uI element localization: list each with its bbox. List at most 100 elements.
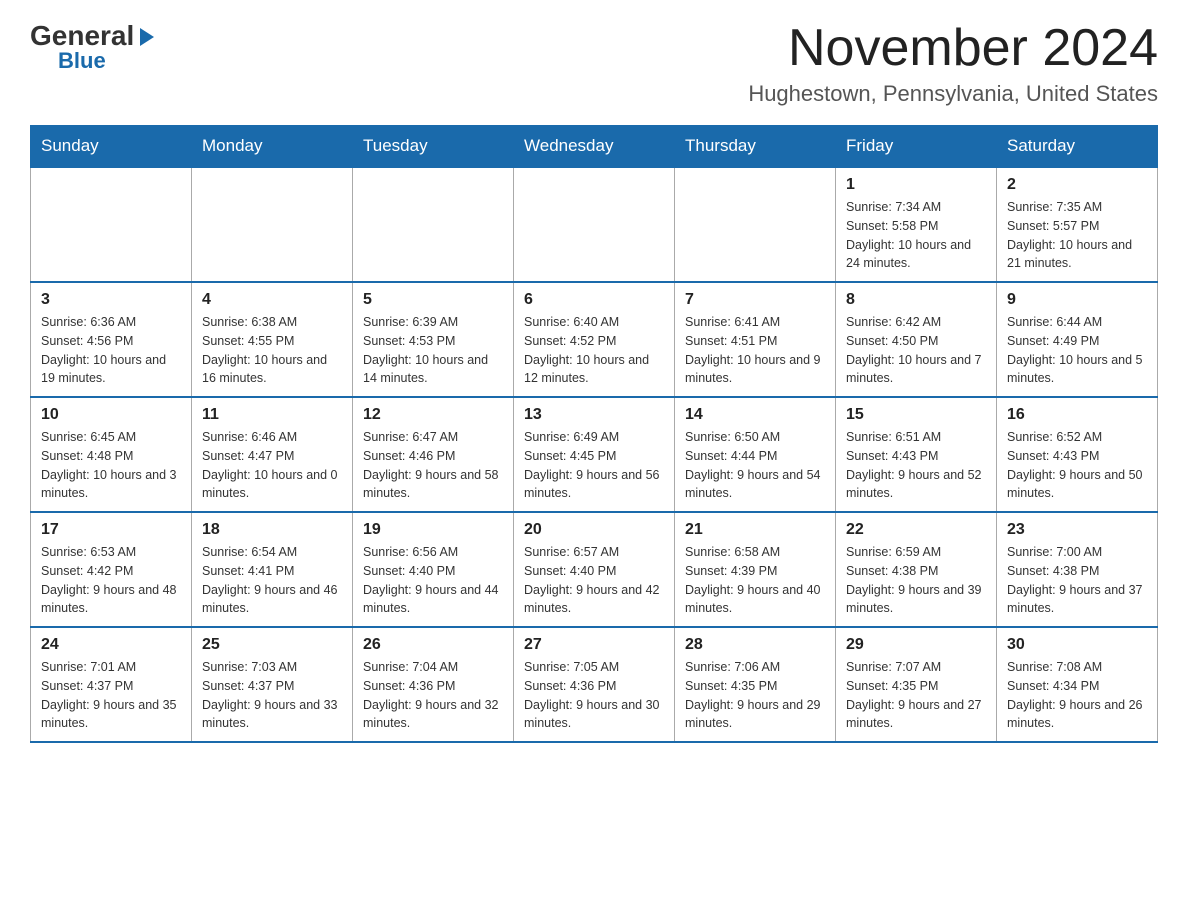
- calendar-week-5: 24Sunrise: 7:01 AMSunset: 4:37 PMDayligh…: [31, 627, 1158, 742]
- day-number: 14: [685, 406, 825, 424]
- day-info: Sunrise: 6:52 AMSunset: 4:43 PMDaylight:…: [1007, 428, 1147, 503]
- day-info: Sunrise: 7:35 AMSunset: 5:57 PMDaylight:…: [1007, 198, 1147, 273]
- calendar-cell: 28Sunrise: 7:06 AMSunset: 4:35 PMDayligh…: [675, 627, 836, 742]
- calendar-cell: [675, 167, 836, 282]
- calendar-cell: 26 Sunrise: 7:04 AMSunset: 4:36 PMDayligh…: [353, 627, 514, 742]
- calendar-cell: 3 Sunrise: 6:36 AMSunset: 4:56 PMDaylight…: [31, 282, 192, 397]
- weekday-header-saturday: Saturday: [997, 126, 1158, 168]
- page-header: General Blue November 2024 Hughestown, P…: [30, 20, 1158, 107]
- day-info: Sunrise: 6:58 AMSunset: 4:39 PMDaylight:…: [685, 543, 825, 618]
- day-number: 5: [363, 291, 503, 309]
- calendar-week-4: 17 Sunrise: 6:53 AMSunset: 4:42 PMDayligh…: [31, 512, 1158, 627]
- calendar-cell: 5 Sunrise: 6:39 AMSunset: 4:53 PMDaylight…: [353, 282, 514, 397]
- calendar-cell: 8 Sunrise: 6:42 AMSunset: 4:50 PMDaylight…: [836, 282, 997, 397]
- day-info: Sunrise: 6:46 AMSunset: 4:47 PMDaylight:…: [202, 428, 342, 503]
- day-info: Sunrise: 6:57 AMSunset: 4:40 PMDaylight:…: [524, 543, 664, 618]
- calendar-cell: [192, 167, 353, 282]
- day-info: Sunrise: 6:39 AMSunset: 4:53 PMDaylight:…: [363, 313, 503, 388]
- day-number: 23: [1007, 521, 1147, 539]
- day-number: 17: [41, 521, 181, 539]
- day-info: Sunrise: 6:38 AMSunset: 4:55 PMDaylight:…: [202, 313, 342, 388]
- title-block: November 2024 Hughestown, Pennsylvania, …: [748, 20, 1158, 107]
- calendar-cell: 14Sunrise: 6:50 AMSunset: 4:44 PMDayligh…: [675, 397, 836, 512]
- weekday-header-tuesday: Tuesday: [353, 126, 514, 168]
- calendar-table: SundayMondayTuesdayWednesdayThursdayFrid…: [30, 125, 1158, 743]
- calendar-cell: 2Sunrise: 7:35 AMSunset: 5:57 PMDaylight…: [997, 167, 1158, 282]
- day-info: Sunrise: 7:00 AMSunset: 4:38 PMDaylight:…: [1007, 543, 1147, 618]
- calendar-cell: 23 Sunrise: 7:00 AMSunset: 4:38 PMDayligh…: [997, 512, 1158, 627]
- calendar-cell: 24Sunrise: 7:01 AMSunset: 4:37 PMDayligh…: [31, 627, 192, 742]
- calendar-cell: 15 Sunrise: 6:51 AMSunset: 4:43 PMDayligh…: [836, 397, 997, 512]
- day-number: 26: [363, 636, 503, 654]
- weekday-header-wednesday: Wednesday: [514, 126, 675, 168]
- calendar-cell: 16 Sunrise: 6:52 AMSunset: 4:43 PMDayligh…: [997, 397, 1158, 512]
- day-number: 9: [1007, 291, 1147, 309]
- calendar-cell: 4Sunrise: 6:38 AMSunset: 4:55 PMDaylight…: [192, 282, 353, 397]
- month-title: November 2024: [748, 20, 1158, 77]
- day-number: 29: [846, 636, 986, 654]
- day-info: Sunrise: 6:41 AMSunset: 4:51 PMDaylight:…: [685, 313, 825, 388]
- day-number: 30: [1007, 636, 1147, 654]
- day-info: Sunrise: 7:08 AMSunset: 4:34 PMDaylight:…: [1007, 658, 1147, 733]
- day-number: 20: [524, 521, 664, 539]
- calendar-cell: 22 Sunrise: 6:59 AMSunset: 4:38 PMDayligh…: [836, 512, 997, 627]
- day-info: Sunrise: 7:34 AMSunset: 5:58 PMDaylight:…: [846, 198, 986, 273]
- calendar-week-2: 3 Sunrise: 6:36 AMSunset: 4:56 PMDaylight…: [31, 282, 1158, 397]
- day-info: Sunrise: 6:54 AMSunset: 4:41 PMDaylight:…: [202, 543, 342, 618]
- day-number: 10: [41, 406, 181, 424]
- calendar-cell: 27Sunrise: 7:05 AMSunset: 4:36 PMDayligh…: [514, 627, 675, 742]
- day-info: Sunrise: 6:47 AMSunset: 4:46 PMDaylight:…: [363, 428, 503, 503]
- day-number: 21: [685, 521, 825, 539]
- calendar-cell: 30 Sunrise: 7:08 AMSunset: 4:34 PMDayligh…: [997, 627, 1158, 742]
- day-number: 13: [524, 406, 664, 424]
- day-info: Sunrise: 7:04 AMSunset: 4:36 PMDaylight:…: [363, 658, 503, 733]
- day-info: Sunrise: 7:03 AMSunset: 4:37 PMDaylight:…: [202, 658, 342, 733]
- day-number: 16: [1007, 406, 1147, 424]
- day-number: 22: [846, 521, 986, 539]
- day-info: Sunrise: 6:40 AMSunset: 4:52 PMDaylight:…: [524, 313, 664, 388]
- day-info: Sunrise: 6:51 AMSunset: 4:43 PMDaylight:…: [846, 428, 986, 503]
- calendar-cell: [353, 167, 514, 282]
- day-info: Sunrise: 7:07 AMSunset: 4:35 PMDaylight:…: [846, 658, 986, 733]
- calendar-cell: 25Sunrise: 7:03 AMSunset: 4:37 PMDayligh…: [192, 627, 353, 742]
- calendar-cell: 21 Sunrise: 6:58 AMSunset: 4:39 PMDayligh…: [675, 512, 836, 627]
- calendar-cell: 20 Sunrise: 6:57 AMSunset: 4:40 PMDayligh…: [514, 512, 675, 627]
- calendar-cell: [514, 167, 675, 282]
- calendar-cell: 29 Sunrise: 7:07 AMSunset: 4:35 PMDayligh…: [836, 627, 997, 742]
- weekday-header-friday: Friday: [836, 126, 997, 168]
- day-number: 3: [41, 291, 181, 309]
- day-info: Sunrise: 6:53 AMSunset: 4:42 PMDaylight:…: [41, 543, 181, 618]
- day-number: 11: [202, 406, 342, 424]
- location-text: Hughestown, Pennsylvania, United States: [748, 81, 1158, 107]
- day-info: Sunrise: 6:45 AMSunset: 4:48 PMDaylight:…: [41, 428, 181, 503]
- calendar-cell: 6 Sunrise: 6:40 AMSunset: 4:52 PMDaylight…: [514, 282, 675, 397]
- day-number: 6: [524, 291, 664, 309]
- weekday-header-thursday: Thursday: [675, 126, 836, 168]
- day-info: Sunrise: 7:06 AMSunset: 4:35 PMDaylight:…: [685, 658, 825, 733]
- logo: General Blue: [30, 20, 158, 74]
- day-number: 18: [202, 521, 342, 539]
- logo-arrow-icon: [136, 26, 158, 48]
- day-number: 12: [363, 406, 503, 424]
- day-info: Sunrise: 6:44 AMSunset: 4:49 PMDaylight:…: [1007, 313, 1147, 388]
- day-number: 7: [685, 291, 825, 309]
- calendar-cell: 1 Sunrise: 7:34 AMSunset: 5:58 PMDaylight…: [836, 167, 997, 282]
- day-info: Sunrise: 6:56 AMSunset: 4:40 PMDaylight:…: [363, 543, 503, 618]
- day-info: Sunrise: 6:42 AMSunset: 4:50 PMDaylight:…: [846, 313, 986, 388]
- calendar-cell: 11 Sunrise: 6:46 AMSunset: 4:47 PMDayligh…: [192, 397, 353, 512]
- day-info: Sunrise: 7:05 AMSunset: 4:36 PMDaylight:…: [524, 658, 664, 733]
- day-info: Sunrise: 6:59 AMSunset: 4:38 PMDaylight:…: [846, 543, 986, 618]
- calendar-cell: 12 Sunrise: 6:47 AMSunset: 4:46 PMDayligh…: [353, 397, 514, 512]
- day-info: Sunrise: 6:36 AMSunset: 4:56 PMDaylight:…: [41, 313, 181, 388]
- calendar-week-1: 1 Sunrise: 7:34 AMSunset: 5:58 PMDaylight…: [31, 167, 1158, 282]
- day-number: 1: [846, 176, 986, 194]
- weekday-header-row: SundayMondayTuesdayWednesdayThursdayFrid…: [31, 126, 1158, 168]
- weekday-header-sunday: Sunday: [31, 126, 192, 168]
- calendar-cell: 18 Sunrise: 6:54 AMSunset: 4:41 PMDayligh…: [192, 512, 353, 627]
- day-number: 8: [846, 291, 986, 309]
- day-number: 15: [846, 406, 986, 424]
- day-info: Sunrise: 6:49 AMSunset: 4:45 PMDaylight:…: [524, 428, 664, 503]
- calendar-cell: 19Sunrise: 6:56 AMSunset: 4:40 PMDayligh…: [353, 512, 514, 627]
- calendar-cell: 13 Sunrise: 6:49 AMSunset: 4:45 PMDayligh…: [514, 397, 675, 512]
- weekday-header-monday: Monday: [192, 126, 353, 168]
